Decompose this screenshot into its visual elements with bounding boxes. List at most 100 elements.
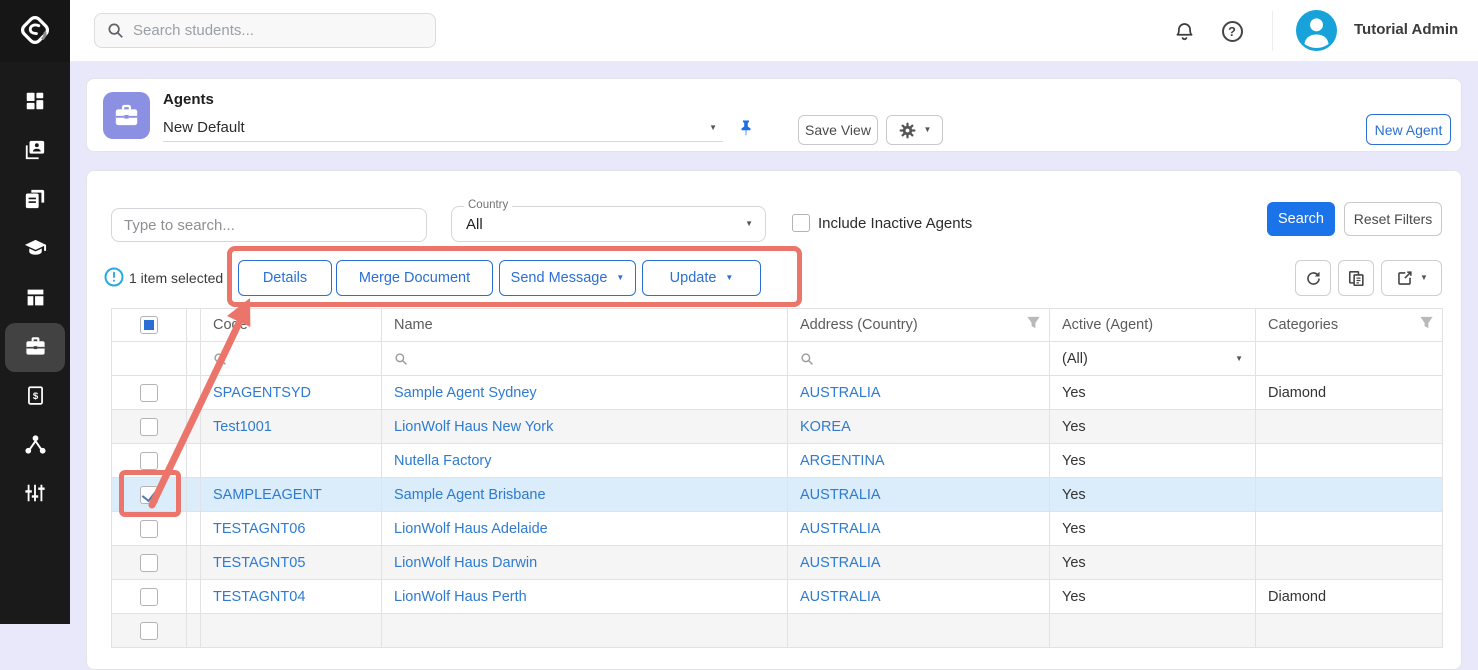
cell-address[interactable]: AUSTRALIA [800, 385, 881, 401]
view-selector-value: New Default [163, 119, 245, 136]
gear-icon [898, 121, 917, 140]
row-checkbox[interactable] [140, 622, 158, 640]
column-header-categories[interactable]: Categories [1256, 309, 1443, 342]
row-checkbox[interactable] [140, 520, 158, 538]
cell-name[interactable]: Sample Agent Sydney [394, 385, 537, 401]
cell-address[interactable]: ARGENTINA [800, 453, 885, 469]
sidebar-item-dashboard[interactable] [5, 78, 65, 127]
annotation-highlight-action-buttons [227, 246, 802, 307]
cell-categories [1256, 410, 1443, 444]
table-row[interactable]: TESTAGNT05 LionWolf Haus Darwin AUSTRALI… [112, 546, 1443, 580]
svg-text:$: $ [32, 391, 38, 402]
table-row[interactable]: Test1001 LionWolf Haus New York KOREA Ye… [112, 410, 1443, 444]
view-selector[interactable]: New Default ▼ [163, 114, 723, 142]
sidebar-item-workflow[interactable] [5, 421, 65, 470]
cell-code[interactable]: TESTAGNT04 [213, 589, 305, 605]
grid-header-row: Code Name Address (Country) Active (Agen… [112, 309, 1443, 342]
page-title: Agents [163, 91, 214, 108]
reset-filters-button[interactable]: Reset Filters [1344, 202, 1442, 236]
table-row[interactable] [112, 614, 1443, 648]
sidebar-item-education[interactable] [5, 225, 65, 274]
column-header-address-label: Address (Country) [800, 317, 918, 333]
help-icon: ? [1222, 21, 1243, 42]
filter-funnel-icon[interactable] [1419, 316, 1434, 335]
page-header-card: Agents New Default ▼ Save View ▼ New Age… [86, 78, 1462, 152]
column-header-name-label: Name [394, 317, 433, 333]
table-row[interactable]: SAMPLEAGENT Sample Agent Brisbane AUSTRA… [112, 478, 1443, 512]
categories-filter-cell[interactable] [1256, 342, 1443, 376]
cell-active: Yes [1050, 376, 1256, 410]
filter-funnel-icon[interactable] [1026, 316, 1041, 335]
table-row[interactable]: SPAGENTSYD Sample Agent Sydney AUSTRALIA… [112, 376, 1443, 410]
app-logo[interactable] [0, 0, 70, 62]
search-input[interactable] [94, 13, 436, 48]
cell-address[interactable]: KOREA [800, 419, 851, 435]
cell-address[interactable]: AUSTRALIA [800, 555, 881, 571]
grid-search-input[interactable] [111, 208, 427, 242]
grid-filter-row: (All)▼ [112, 342, 1443, 376]
cell-active [1050, 614, 1256, 648]
cell-active: Yes [1050, 410, 1256, 444]
network-icon [24, 433, 47, 459]
cell-name[interactable]: LionWolf Haus New York [394, 419, 553, 435]
sidebar-item-agents[interactable] [5, 323, 65, 372]
chevron-down-icon: ▼ [745, 220, 753, 228]
column-header-active[interactable]: Active (Agent) [1050, 309, 1256, 342]
cell-name[interactable]: LionWolf Haus Adelaide [394, 521, 548, 537]
topbar: ? Tutorial Admin [70, 0, 1478, 62]
notifications-button[interactable] [1172, 19, 1196, 43]
cell-categories [1256, 444, 1443, 478]
user-name[interactable]: Tutorial Admin [1354, 21, 1458, 38]
user-avatar[interactable] [1296, 10, 1337, 51]
new-agent-button[interactable]: New Agent [1366, 114, 1451, 145]
sidebar-item-documents[interactable] [5, 176, 65, 225]
view-settings-button[interactable]: ▼ [886, 115, 943, 145]
export-icon [1395, 269, 1414, 288]
table-row[interactable]: TESTAGNT06 LionWolf Haus Adelaide AUSTRA… [112, 512, 1443, 546]
refresh-button[interactable] [1295, 260, 1331, 296]
country-select[interactable]: Country All ▼ [451, 206, 766, 242]
cell-address[interactable]: AUSTRALIA [800, 589, 881, 605]
copy-button[interactable] [1338, 260, 1374, 296]
contact-card-icon [24, 139, 46, 164]
topbar-divider [1272, 11, 1273, 51]
dashboard-icon [24, 90, 46, 115]
sidebar-item-planner[interactable] [5, 274, 65, 323]
cell-name[interactable]: Sample Agent Brisbane [394, 487, 546, 503]
expand-cell [187, 546, 201, 580]
pin-view-button[interactable] [735, 117, 757, 139]
column-header-address[interactable]: Address (Country) [788, 309, 1050, 342]
cell-categories [1256, 478, 1443, 512]
help-button[interactable]: ? [1220, 19, 1244, 43]
cell-code[interactable]: TESTAGNT05 [213, 555, 305, 571]
sidebar-item-preferences[interactable] [5, 470, 65, 519]
save-view-button[interactable]: Save View [798, 115, 878, 145]
country-select-value: All [466, 216, 483, 233]
column-header-categories-label: Categories [1268, 317, 1338, 333]
cell-categories: Diamond [1256, 376, 1443, 410]
export-button[interactable]: ▼ [1381, 260, 1442, 296]
address-filter-input[interactable] [788, 342, 1050, 376]
cell-active: Yes [1050, 512, 1256, 546]
global-search [94, 13, 436, 48]
include-inactive-label[interactable]: Include Inactive Agents [818, 215, 972, 232]
cell-code[interactable]: TESTAGNT06 [213, 521, 305, 537]
search-button[interactable]: Search [1267, 202, 1335, 236]
cell-name[interactable]: LionWolf Haus Perth [394, 589, 527, 605]
column-header-name[interactable]: Name [382, 309, 788, 342]
cell-name[interactable]: LionWolf Haus Darwin [394, 555, 537, 571]
sidebar-item-invoices[interactable]: $ [5, 372, 65, 421]
cell-name[interactable]: Nutella Factory [394, 453, 492, 469]
include-inactive-checkbox[interactable] [792, 214, 810, 232]
cell-active: Yes [1050, 478, 1256, 512]
cell-address[interactable]: AUSTRALIA [800, 521, 881, 537]
active-filter-select[interactable]: (All)▼ [1050, 342, 1256, 376]
name-filter-input[interactable] [382, 342, 788, 376]
row-checkbox[interactable] [140, 588, 158, 606]
row-checkbox[interactable] [140, 554, 158, 572]
cell-address[interactable]: AUSTRALIA [800, 487, 881, 503]
search-icon [800, 352, 814, 366]
sidebar-item-contacts[interactable] [5, 127, 65, 176]
table-row[interactable]: TESTAGNT04 LionWolf Haus Perth AUSTRALIA… [112, 580, 1443, 614]
table-row[interactable]: Nutella Factory ARGENTINA Yes [112, 444, 1443, 478]
